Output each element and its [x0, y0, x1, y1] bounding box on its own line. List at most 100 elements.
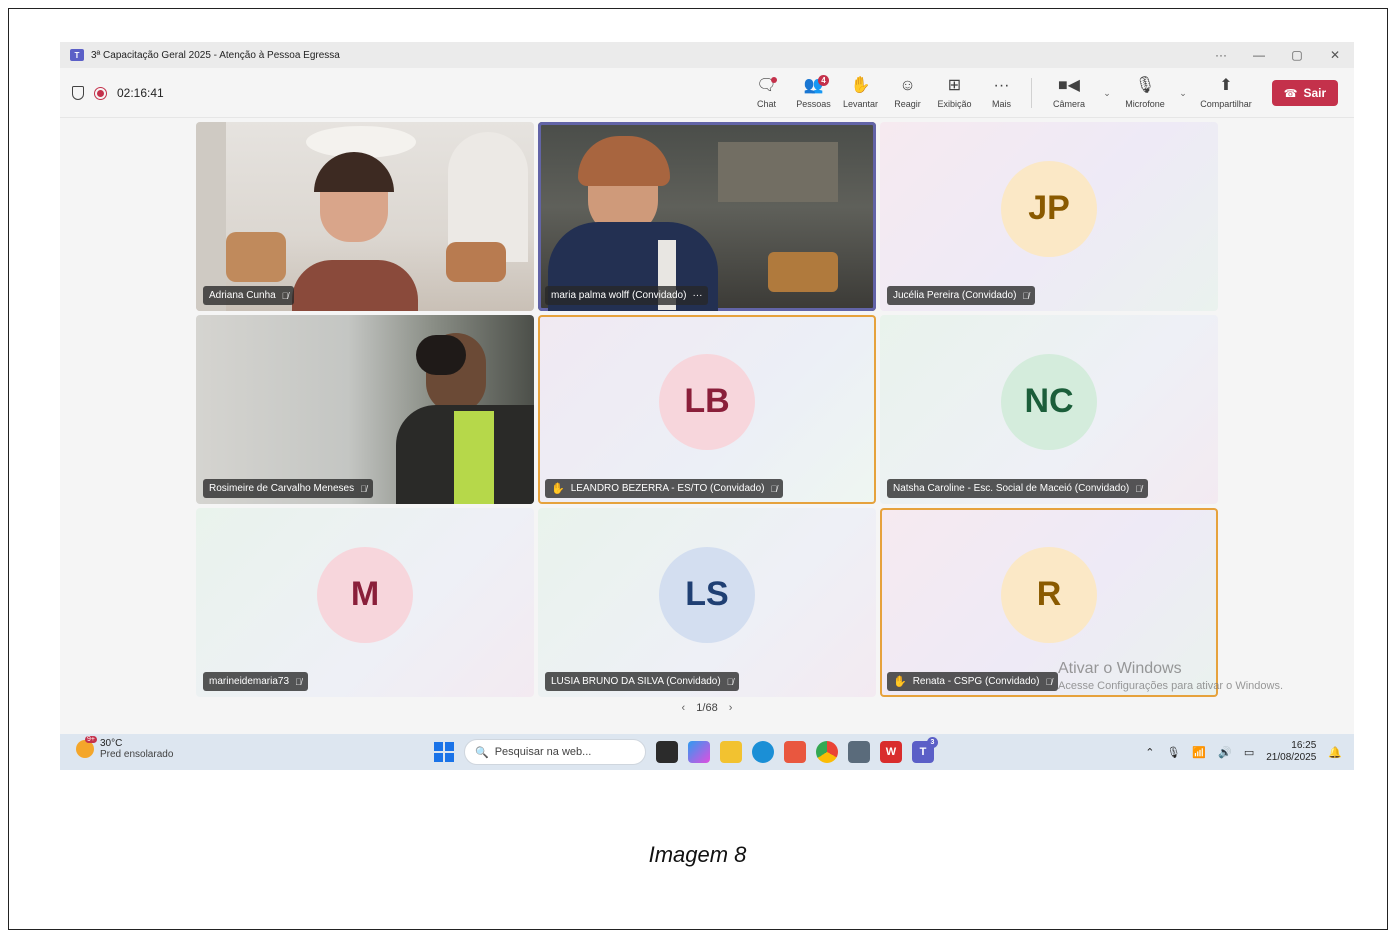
- react-button[interactable]: ☺ Reagir: [884, 68, 931, 118]
- page-indicator: 1/68: [696, 702, 718, 714]
- participant-nameplate: LUSIA BRUNO DA SILVA (Convidado) 🎙̸: [545, 672, 740, 691]
- mic-off-icon: 🎙̸: [295, 676, 302, 687]
- share-icon: ⬆: [1219, 77, 1233, 94]
- hangup-icon: ☎: [1283, 87, 1298, 100]
- avatar: JP: [1001, 160, 1097, 257]
- edge-browser-icon[interactable]: [752, 741, 774, 763]
- grid-pager: ‹ 1/68 ›: [60, 702, 1354, 714]
- window-titlebar: T 3ª Capacitação Geral 2025 - Atenção à …: [60, 42, 1354, 68]
- avatar: LB: [659, 353, 755, 450]
- more-button[interactable]: ··· Mais: [978, 68, 1025, 118]
- taskbar-search-input[interactable]: 🔍 Pesquisar na web...: [464, 739, 646, 765]
- shield-icon[interactable]: [72, 86, 84, 100]
- wps-office-icon[interactable]: W: [880, 741, 902, 763]
- mic-off-icon: 🎙̸: [1022, 290, 1030, 301]
- people-count-badge: 4: [818, 75, 829, 86]
- store-icon[interactable]: [784, 741, 806, 763]
- mic-off-icon: 🎙̸: [1135, 483, 1142, 494]
- screenshot: T 3ª Capacitação Geral 2025 - Atenção à …: [60, 42, 1354, 770]
- more-icon: ···: [993, 77, 1010, 94]
- participant-nameplate: marineidemaria73 🎙̸: [203, 672, 308, 691]
- avatar: M: [317, 546, 413, 643]
- minimize-button[interactable]: —: [1240, 48, 1278, 62]
- video-frame: [718, 142, 838, 202]
- microphone-button[interactable]: 🎙 Microfone: [1114, 68, 1176, 118]
- mic-off-icon: 🎙̸: [726, 676, 734, 687]
- participant-nameplate: Natsha Caroline - Esc. Social de Maceió …: [887, 479, 1148, 498]
- video-frame: [578, 136, 670, 186]
- raised-hand-icon: ✋: [551, 483, 565, 495]
- next-page-button[interactable]: ›: [729, 702, 733, 714]
- teams-taskbar-icon[interactable]: T 3: [912, 737, 938, 763]
- participant-tile[interactable]: maria palma wolff (Convidado) ···: [538, 122, 876, 311]
- participant-tile[interactable]: NC Natsha Caroline - Esc. Social de Mace…: [880, 315, 1218, 504]
- video-frame: [226, 232, 286, 282]
- mic-options-chevron-icon[interactable]: ⌄: [1176, 88, 1190, 99]
- calculator-icon[interactable]: [848, 741, 870, 763]
- notifications-icon[interactable]: 🔔: [1328, 746, 1342, 759]
- participant-tile[interactable]: LS LUSIA BRUNO DA SILVA (Convidado) 🎙̸: [538, 508, 876, 697]
- participant-tile[interactable]: Rosimeire de Carvalho Meneses 🎙̸: [196, 315, 534, 504]
- wifi-icon[interactable]: 📶: [1192, 746, 1206, 759]
- microphone-tray-icon[interactable]: 🎙: [1166, 746, 1180, 759]
- leave-button[interactable]: ☎ Sair: [1272, 80, 1338, 106]
- prev-page-button[interactable]: ‹: [682, 702, 686, 714]
- chevron-up-icon[interactable]: ⌃: [1145, 746, 1154, 759]
- people-button[interactable]: 👥 4 Pessoas: [790, 68, 837, 118]
- recording-icon: [94, 86, 107, 100]
- battery-icon[interactable]: ▭: [1244, 746, 1254, 759]
- participant-nameplate: maria palma wolff (Convidado) ···: [545, 286, 709, 305]
- restore-button[interactable]: ▢: [1278, 48, 1316, 62]
- participant-tile[interactable]: Adriana Cunha 🎙̸: [196, 122, 534, 311]
- chrome-browser-icon[interactable]: [816, 741, 838, 763]
- share-button[interactable]: ⬆ Compartilhar: [1190, 68, 1262, 118]
- mic-off-icon: 🎙̸: [281, 290, 289, 301]
- raise-hand-button[interactable]: ✋ Levantar: [837, 68, 884, 118]
- participant-nameplate: ✋ Renata - CSPG (Convidado) 🎙̸: [887, 672, 1059, 691]
- raised-hand-icon: ✋: [893, 676, 907, 688]
- participant-tile[interactable]: M marineidemaria73 🎙̸: [196, 508, 534, 697]
- video-frame: [768, 252, 838, 292]
- camera-button[interactable]: ■◀ Câmera: [1038, 68, 1100, 118]
- camera-options-chevron-icon[interactable]: ⌄: [1100, 88, 1114, 99]
- grid-view-icon: ⊞: [947, 77, 962, 94]
- video-grid: Adriana Cunha 🎙̸ maria palma wolff (Conv…: [196, 122, 1218, 697]
- mic-off-icon: 🎙̸: [360, 483, 367, 494]
- weather-sun-icon: 9+: [76, 736, 97, 758]
- window-title: 3ª Capacitação Geral 2025 - Atenção à Pe…: [91, 49, 340, 61]
- windows-start-icon[interactable]: [434, 742, 454, 762]
- participant-tile[interactable]: LB ✋ LEANDRO BEZERRA - ES/TO (Convidado)…: [538, 315, 876, 504]
- weather-widget[interactable]: 9+ 30°C Pred ensolarado: [76, 736, 173, 760]
- teams-logo-icon: T: [70, 49, 84, 61]
- video-frame: [416, 335, 466, 375]
- task-view-icon[interactable]: [656, 741, 678, 763]
- participant-nameplate: ✋ LEANDRO BEZERRA - ES/TO (Convidado) 🎙̸: [545, 479, 784, 498]
- participant-tile[interactable]: JP Jucélia Pereira (Convidado) 🎙̸: [880, 122, 1218, 311]
- avatar: LS: [659, 546, 755, 643]
- smile-icon: ☺: [899, 77, 916, 94]
- figure-caption: Imagem 8: [648, 842, 747, 867]
- more-icon[interactable]: ···: [692, 290, 702, 301]
- participant-nameplate: Jucélia Pereira (Convidado) 🎙̸: [887, 286, 1036, 305]
- chat-button[interactable]: 🗨 Chat: [743, 68, 790, 118]
- copilot-icon[interactable]: [688, 741, 710, 763]
- search-icon: 🔍: [475, 746, 489, 759]
- taskbar-clock[interactable]: 16:25 21/08/2025: [1266, 740, 1316, 764]
- mic-off-icon: 🎙: [1134, 77, 1156, 94]
- file-explorer-icon[interactable]: [720, 741, 742, 763]
- close-button[interactable]: ✕: [1316, 48, 1354, 62]
- video-frame: [196, 122, 226, 311]
- avatar: NC: [1001, 353, 1097, 450]
- view-button[interactable]: ⊞ Exibição: [931, 68, 978, 118]
- chat-unread-dot: [771, 77, 777, 83]
- more-options-button[interactable]: ···: [1202, 48, 1240, 62]
- hand-icon: ✋: [850, 77, 871, 94]
- video-frame: [314, 152, 394, 192]
- volume-icon[interactable]: 🔊: [1218, 746, 1232, 759]
- toolbar-separator: [1031, 78, 1032, 108]
- video-frame: [292, 260, 418, 311]
- video-frame: [446, 242, 506, 282]
- system-tray: ⌃ 🎙 📶 🔊 ▭ 16:25 21/08/2025 🔔: [1145, 738, 1342, 766]
- mic-off-icon: 🎙̸: [1045, 676, 1053, 687]
- video-frame: [454, 411, 494, 504]
